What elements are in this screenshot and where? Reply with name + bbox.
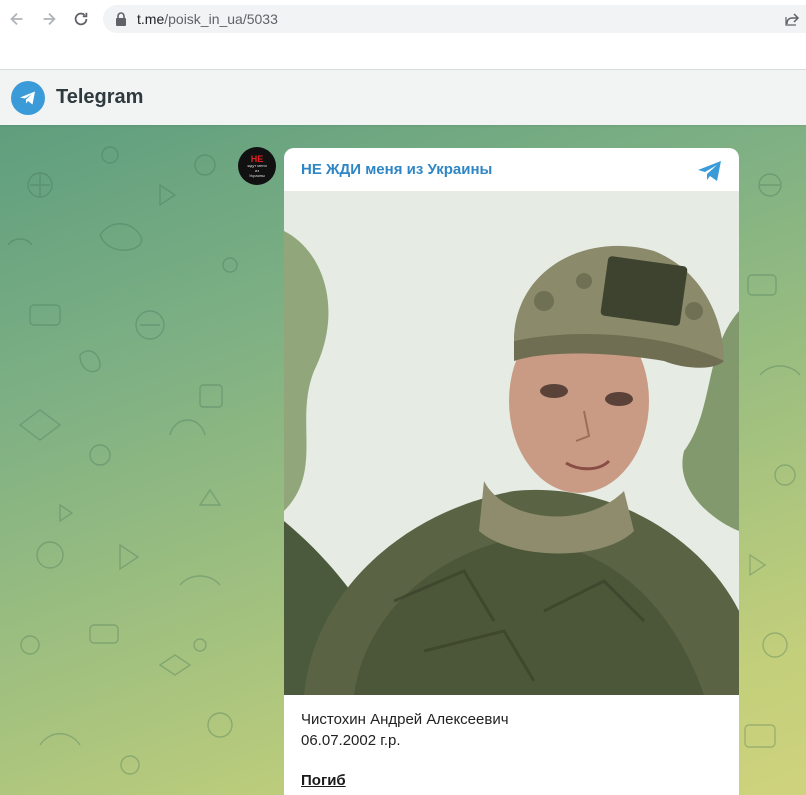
- message-photo[interactable]: [284, 191, 739, 695]
- paper-plane-icon: [20, 91, 35, 104]
- back-button[interactable]: [7, 9, 27, 29]
- channel-avatar[interactable]: НЕ ждут меня из Украины: [238, 147, 276, 185]
- telegram-title[interactable]: Telegram: [56, 86, 143, 109]
- telegram-header: Telegram: [0, 70, 806, 125]
- caption-date: 06.07.2002 г.р.: [301, 732, 401, 749]
- reload-button[interactable]: [71, 9, 91, 29]
- telegram-logo[interactable]: [11, 80, 45, 115]
- url-path: /poisk_in_ua/5033: [164, 11, 278, 27]
- lock-icon: [116, 12, 126, 26]
- soldier-photo-image: [284, 191, 739, 695]
- share-icon[interactable]: [784, 11, 800, 27]
- forward-button[interactable]: [39, 9, 59, 29]
- reload-icon: [74, 12, 88, 26]
- message-card: НЕ ЖДИ меня из Украины Чистохин Андрей А…: [284, 148, 739, 795]
- avatar-text: НЕ: [250, 153, 264, 164]
- url-text[interactable]: t.me/poisk_in_ua/5033: [137, 11, 278, 27]
- caption-status-link[interactable]: Погиб: [301, 772, 346, 789]
- arrow-right-icon: [43, 12, 56, 26]
- message-caption: Чистохин Андрей Алексеевич 06.07.2002 г.…: [301, 709, 509, 751]
- telegram-plane-icon[interactable]: [697, 159, 723, 183]
- avatar-subtext-3: Украины: [249, 172, 265, 178]
- bookmarks-strip: [0, 38, 806, 70]
- channel-name-link[interactable]: НЕ ЖДИ меня из Украины: [301, 161, 492, 178]
- arrow-left-icon: [10, 12, 23, 26]
- browser-toolbar: t.me/poisk_in_ua/5033: [0, 0, 806, 38]
- url-host: t.me: [137, 11, 165, 27]
- caption-name: Чистохин Андрей Алексеевич: [301, 711, 509, 728]
- address-bar[interactable]: t.me/poisk_in_ua/5033: [103, 5, 806, 33]
